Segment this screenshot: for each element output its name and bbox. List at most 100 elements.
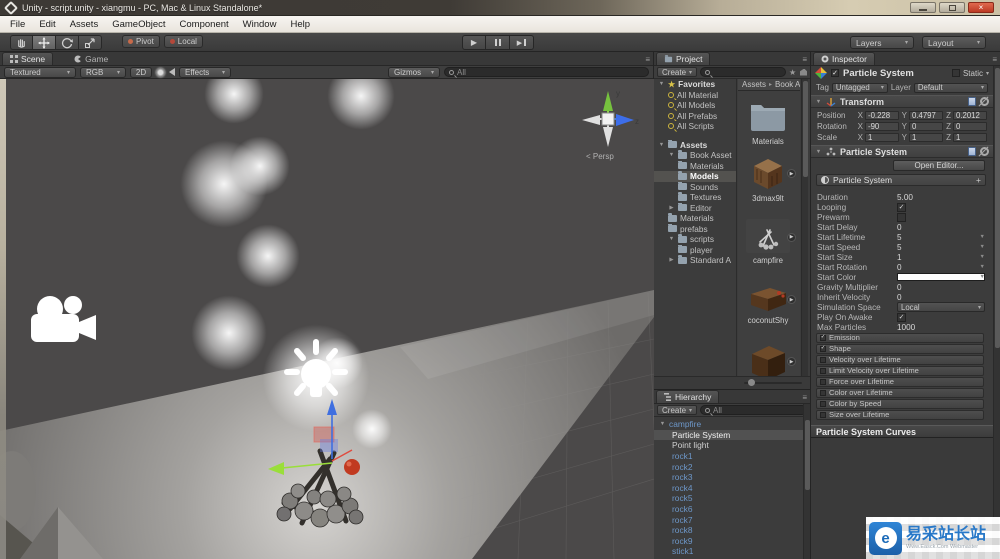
menu-help[interactable]: Help (290, 19, 310, 30)
asset-label[interactable]: coconutShy (738, 316, 798, 325)
menu-component[interactable]: Component (180, 19, 229, 30)
create-button[interactable]: Create ▾ (657, 405, 698, 415)
tree-item-materials2[interactable]: Materials (654, 213, 736, 224)
hierarchy-scrollbar[interactable] (803, 404, 810, 559)
maximize-button[interactable] (939, 2, 965, 13)
prewarm-checkbox[interactable] (897, 212, 906, 222)
hierarchy-item-rock3[interactable]: rock3 (654, 472, 803, 483)
collapse-icon[interactable]: ▶ (668, 205, 675, 211)
hierarchy-item-rock2[interactable]: rock2 (654, 461, 803, 472)
axis-cone[interactable] (603, 127, 613, 147)
module-checkbox[interactable] (820, 378, 826, 385)
module-force[interactable]: Force over Lifetime (816, 377, 984, 387)
hierarchy-item-rock9[interactable]: rock9 (654, 536, 803, 547)
expand-icon[interactable]: ▼ (815, 99, 822, 105)
render-channel-dropdown[interactable]: RGB ▾ (80, 66, 126, 78)
particle-system-curves-header[interactable]: Particle System Curves (811, 425, 993, 438)
gizmo-y-arrow[interactable] (327, 399, 337, 415)
start-lifetime-field[interactable]: 5 (897, 233, 902, 242)
tab-hierarchy[interactable]: Hierarchy (656, 390, 720, 403)
module-checkbox[interactable] (820, 411, 826, 418)
start-speed-field[interactable]: 5 (897, 243, 902, 252)
layers-dropdown[interactable]: Layers ▾ (850, 36, 914, 49)
particle-system-header[interactable]: ▼ Particle System (811, 145, 993, 158)
assets-root[interactable]: ▼ Assets (654, 139, 736, 151)
expand-icon[interactable]: ▼ (668, 152, 675, 158)
tab-scene[interactable]: Scene (2, 52, 54, 65)
favorite-all-material[interactable]: All Material (654, 90, 736, 101)
2d-toggle-button[interactable]: 2D (130, 66, 152, 78)
rotation-z-field[interactable]: 0 (953, 122, 987, 131)
start-delay-field[interactable]: 0 (897, 223, 902, 232)
panel-menu-icon[interactable]: ≡ (802, 55, 807, 64)
axis-z-cone[interactable] (616, 114, 634, 126)
expand-icon[interactable]: ▼ (668, 236, 675, 242)
inherit-velocity-field[interactable]: 0 (897, 293, 902, 302)
asset-label[interactable]: campfire (738, 256, 798, 265)
effects-dropdown[interactable]: Effects ▾ (179, 66, 231, 78)
project-scrollbar[interactable] (801, 79, 808, 376)
favorite-all-models[interactable]: All Models (654, 100, 736, 111)
add-icon[interactable]: + (976, 175, 981, 185)
particle-system-subheader[interactable]: Particle System + (816, 174, 986, 186)
gear-icon[interactable] (980, 97, 989, 106)
tree-item-materials[interactable]: Materials (654, 160, 736, 172)
curve-mode-icon[interactable]: ▼ (980, 254, 985, 260)
minimize-button[interactable] (910, 2, 936, 13)
looping-checkbox[interactable]: ✓ (897, 202, 906, 212)
tree-item-sounds[interactable]: Sounds (654, 181, 736, 193)
rotation-y-field[interactable]: 0 (909, 122, 943, 131)
enabled-checkbox[interactable]: ✓ (831, 69, 839, 77)
position-x-field[interactable]: -0.228 (865, 111, 899, 120)
menu-file[interactable]: File (10, 19, 25, 30)
module-checkbox[interactable] (820, 389, 826, 396)
hierarchy-item-rock8[interactable]: rock8 (654, 525, 803, 536)
max-particles-field[interactable]: 1000 (897, 323, 915, 332)
move-tool-button[interactable] (33, 35, 56, 50)
hierarchy-item-point-light[interactable]: Point light (654, 440, 803, 451)
rotate-tool-button[interactable] (56, 35, 79, 50)
panel-menu-icon[interactable]: ≡ (992, 55, 997, 64)
expand-icon[interactable]: ▼ (815, 149, 822, 155)
inspector-scrollbar[interactable] (993, 66, 1000, 559)
expand-asset-icon[interactable]: ▶ (787, 169, 796, 179)
curve-mode-icon[interactable]: ▼ (980, 264, 985, 270)
play-button[interactable]: ▶ (462, 35, 486, 50)
lighting-toggle-icon[interactable] (156, 67, 165, 77)
asset-thumb-campfire[interactable]: ▶ (746, 219, 796, 253)
expand-asset-icon[interactable]: ▶ (787, 295, 796, 304)
tree-item-standard-assets[interactable]: ▶ Standard A (654, 255, 736, 266)
asset-thumb-coconutshy[interactable]: ▶ (746, 283, 796, 313)
module-limit-velocity[interactable]: Limit Velocity over Lifetime (816, 366, 984, 376)
hierarchy-item-campfire[interactable]: ▼ campfire (654, 419, 803, 430)
scale-y-field[interactable]: 1 (909, 133, 943, 142)
gizmos-dropdown[interactable]: Gizmos ▾ (388, 66, 440, 78)
local-toggle-button[interactable]: Local (163, 35, 203, 48)
tree-item-models[interactable]: Models (654, 171, 736, 182)
module-size-over-lifetime[interactable]: Size over Lifetime (816, 410, 984, 420)
menu-assets[interactable]: Assets (70, 19, 99, 30)
module-checkbox[interactable]: ✓ (820, 345, 826, 352)
favorite-all-scripts[interactable]: All Scripts (654, 121, 736, 132)
layer-dropdown[interactable]: Default ▾ (913, 82, 988, 93)
panel-menu-icon[interactable]: ≡ (802, 393, 807, 402)
module-checkbox[interactable] (820, 356, 826, 363)
open-editor-button[interactable]: Open Editor... (893, 160, 985, 171)
orientation-gizmo[interactable]: y z < Persp (576, 85, 640, 161)
asset-label[interactable]: Materials (738, 137, 798, 146)
scale-x-field[interactable]: 1 (865, 133, 899, 142)
menu-edit[interactable]: Edit (39, 19, 55, 30)
hand-tool-button[interactable] (10, 35, 33, 50)
expand-icon[interactable]: ▼ (659, 421, 666, 427)
help-icon[interactable] (968, 97, 976, 106)
play-on-awake-checkbox[interactable]: ✓ (897, 312, 906, 322)
tab-game[interactable]: Game (67, 52, 115, 65)
transform-header[interactable]: ▼ Transform (811, 95, 993, 108)
campfire-object[interactable] (262, 397, 382, 537)
help-icon[interactable] (968, 147, 976, 156)
scrollbar-thumb[interactable] (803, 81, 808, 177)
duration-field[interactable]: 5.00 (897, 193, 913, 202)
chevron-down-icon[interactable]: ▾ (986, 70, 989, 77)
object-name[interactable]: Particle System (843, 68, 914, 79)
tab-inspector[interactable]: Inspector (813, 52, 875, 65)
